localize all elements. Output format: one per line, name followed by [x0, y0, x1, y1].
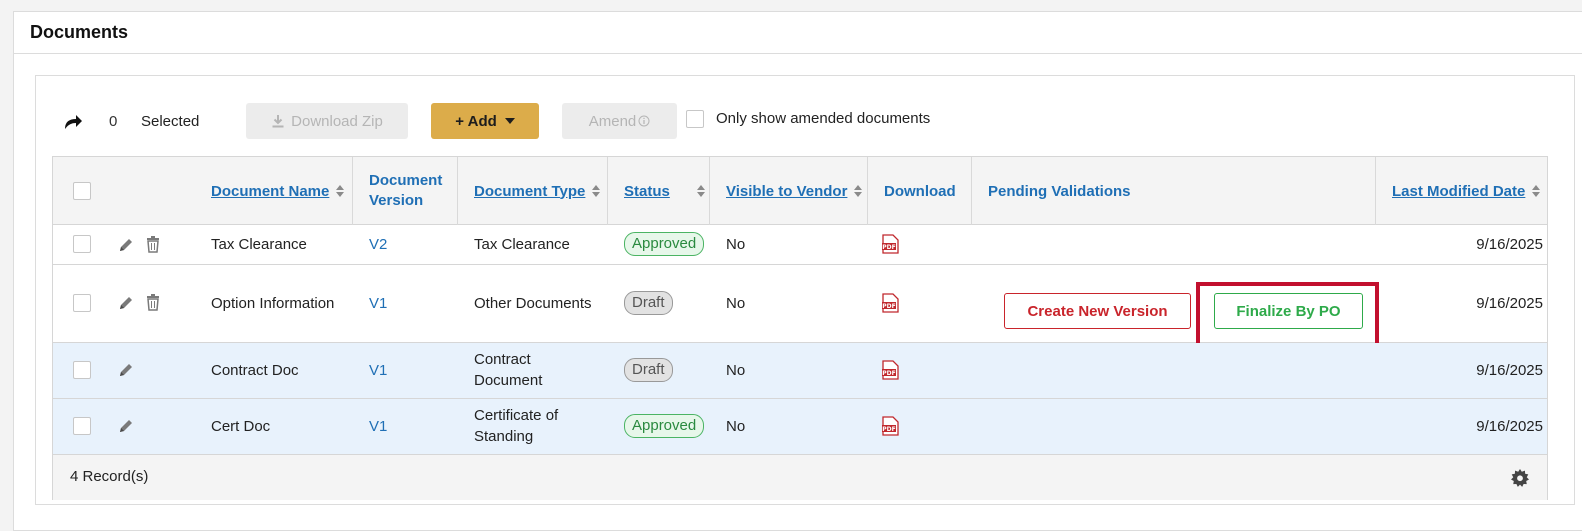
header-document-name[interactable]: Document Name — [195, 157, 353, 225]
header-download-label: Download — [884, 182, 956, 200]
table-row[interactable]: Cert Doc V1 Certificate of Standing Appr… — [53, 399, 1547, 455]
header-download: Download — [868, 157, 972, 225]
selected-label: Selected — [141, 113, 200, 130]
table-row[interactable]: Contract Doc V1 Contract Document Draft … — [53, 343, 1547, 399]
svg-text:PDF: PDF — [882, 426, 895, 433]
pdf-icon[interactable]: PDF — [882, 293, 899, 313]
status-cell: Draft — [624, 285, 673, 321]
header-document-type-label: Document Type — [474, 182, 586, 200]
header-last-modified[interactable]: Last Modified Date — [1376, 157, 1549, 225]
row-checkbox[interactable] — [73, 294, 91, 312]
sort-icon — [696, 185, 705, 197]
header-pending-validations-label: Pending Validations — [988, 182, 1131, 200]
document-type: Other Documents — [474, 294, 592, 312]
table-row[interactable]: Option Information V1 Other Documents Dr… — [53, 265, 1547, 348]
document-version-link[interactable]: V1 — [369, 399, 387, 453]
amend-label: Amend — [588, 112, 637, 130]
amend-button[interactable]: Amend — [562, 103, 677, 139]
status-badge: Approved — [624, 232, 705, 256]
pencil-icon[interactable] — [118, 362, 134, 378]
status-cell: Approved — [624, 399, 705, 453]
share-arrow-icon[interactable] — [63, 113, 83, 131]
trash-icon[interactable] — [146, 294, 160, 311]
add-label: + Add — [455, 112, 497, 130]
header-document-name-label: Document Name — [211, 182, 330, 200]
sort-icon — [592, 185, 601, 197]
row-checkbox[interactable] — [73, 417, 91, 435]
last-modified: 9/16/2025 — [1476, 361, 1543, 379]
status-cell: Approved — [624, 225, 705, 263]
header-document-type[interactable]: Document Type — [458, 157, 608, 225]
only-amended-checkbox[interactable] — [686, 110, 704, 128]
create-new-version-button[interactable]: Create New Version — [1004, 293, 1191, 329]
sort-icon — [854, 185, 863, 197]
download-zip-label: Download Zip — [291, 112, 383, 130]
header-last-modified-label: Last Modified Date — [1392, 182, 1526, 200]
document-type: Contract Document — [474, 351, 543, 389]
finalize-by-po-button[interactable]: Finalize By PO — [1214, 293, 1363, 329]
status-badge: Approved — [624, 414, 705, 438]
document-version-link[interactable]: V1 — [369, 285, 387, 321]
document-name: Contract Doc — [211, 361, 299, 379]
document-type: Tax Clearance — [474, 235, 570, 253]
document-type: Certificate of Standing — [474, 407, 559, 445]
last-modified: 9/16/2025 — [1476, 235, 1543, 253]
pencil-icon[interactable] — [118, 418, 134, 434]
status-cell: Draft — [624, 343, 673, 397]
pencil-icon[interactable] — [118, 295, 134, 311]
document-version-link[interactable]: V1 — [369, 343, 387, 397]
table-footer: 4 Record(s) — [53, 455, 1547, 500]
add-button[interactable]: + Add — [431, 103, 539, 139]
table-header: Document Name Document Version Document … — [53, 157, 1547, 225]
documents-container: 0 Selected Download Zip + Add Amend Only… — [35, 75, 1575, 505]
visible-to-vendor: No — [726, 294, 746, 312]
svg-text:PDF: PDF — [882, 244, 895, 251]
documents-table: Document Name Document Version Document … — [52, 156, 1548, 500]
pdf-icon[interactable]: PDF — [882, 416, 899, 436]
header-document-version-label: Document Version — [369, 172, 443, 209]
last-modified: 9/16/2025 — [1476, 294, 1543, 312]
visible-to-vendor: No — [726, 361, 746, 379]
svg-text:PDF: PDF — [882, 370, 895, 377]
pdf-icon[interactable]: PDF — [882, 360, 899, 380]
header-document-version: Document Version — [353, 157, 458, 225]
only-amended-label: Only show amended documents — [716, 110, 931, 127]
document-name: Tax Clearance — [211, 235, 307, 253]
visible-to-vendor: No — [726, 417, 746, 435]
download-icon — [272, 115, 284, 128]
record-count: 4 Record(s) — [70, 468, 149, 485]
pencil-icon[interactable] — [118, 237, 134, 253]
select-all-checkbox[interactable] — [73, 182, 91, 200]
sort-icon — [1532, 185, 1541, 197]
document-name: Cert Doc — [211, 417, 271, 435]
table-row[interactable]: Tax Clearance V2 Tax Clearance Approved … — [53, 225, 1547, 265]
gear-icon[interactable] — [1511, 469, 1529, 487]
header-visible-to-vendor[interactable]: Visible to Vendor — [710, 157, 868, 225]
download-zip-button[interactable]: Download Zip — [246, 103, 408, 139]
status-badge: Draft — [624, 291, 673, 315]
header-pending-validations: Pending Validations — [972, 157, 1376, 225]
header-visible-to-vendor-label: Visible to Vendor — [726, 182, 848, 200]
svg-text:PDF: PDF — [882, 303, 895, 310]
pdf-icon[interactable]: PDF — [882, 234, 899, 254]
row-checkbox[interactable] — [73, 235, 91, 253]
trash-icon[interactable] — [146, 236, 160, 253]
document-version-link[interactable]: V2 — [369, 225, 387, 263]
status-badge: Draft — [624, 358, 673, 382]
last-modified: 9/16/2025 — [1476, 417, 1543, 435]
toolbar: 0 Selected Download Zip + Add Amend Only… — [36, 76, 1574, 156]
caret-down-icon — [504, 118, 515, 124]
documents-panel: Documents 0 Selected Download Zip + Add — [13, 11, 1582, 531]
sort-icon — [336, 185, 345, 197]
header-status-label: Status — [624, 182, 670, 200]
header-status[interactable]: Status — [608, 157, 710, 225]
selected-count: 0 — [109, 113, 118, 130]
row-checkbox[interactable] — [73, 361, 91, 379]
document-name: Option Information — [211, 294, 335, 312]
visible-to-vendor: No — [726, 235, 746, 253]
header-select-cell — [53, 157, 195, 225]
panel-title: Documents — [14, 12, 1582, 54]
info-icon — [638, 115, 650, 127]
